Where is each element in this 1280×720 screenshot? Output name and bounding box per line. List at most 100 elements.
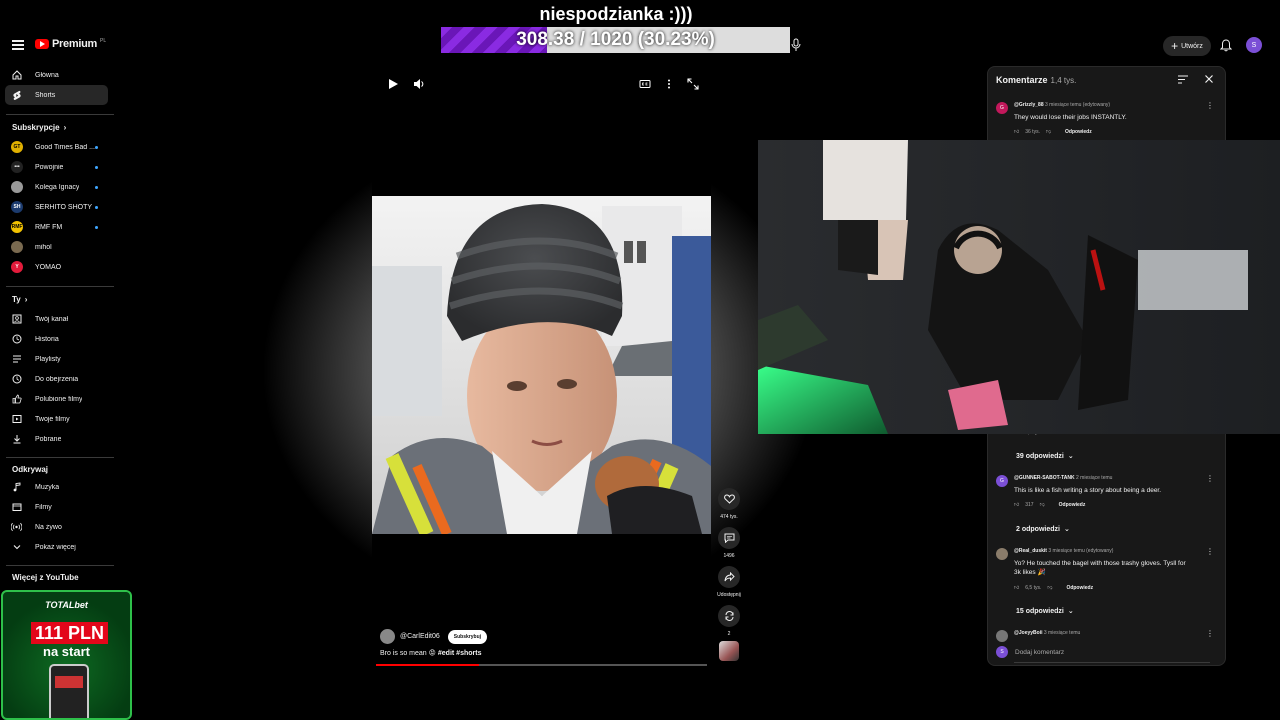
youtube-play-icon [35, 39, 49, 49]
volume-icon[interactable] [413, 78, 425, 90]
sidebar-item-label: Historia [35, 335, 59, 343]
reply-button[interactable]: Odpowiedz [1065, 129, 1092, 135]
add-comment-input[interactable]: Dodaj komentarz [1015, 649, 1064, 656]
shorts-player[interactable]: @CarlEdit06 Subskrybuj Bro is so mean 😡 … [372, 66, 711, 676]
comment-author[interactable]: @Grizzly_88 [1014, 102, 1044, 108]
sidebar-item-sub-0[interactable]: GT Good Times Bad ... [5, 137, 108, 157]
sidebar-item-sub-1[interactable]: ••• Powojnie [5, 157, 108, 177]
thumbs-up-icon[interactable]: 👍︎ [1014, 502, 1019, 508]
share-action[interactable]: Udostępnij [716, 566, 742, 598]
play-icon[interactable] [387, 78, 399, 90]
sidebar-item-history[interactable]: Historia [5, 329, 108, 349]
comment-author[interactable]: @JoeyyBoii [1014, 630, 1043, 636]
account-avatar[interactable]: S [1246, 37, 1262, 53]
sidebar-item-music[interactable]: Muzyka [5, 477, 108, 497]
captions-icon[interactable] [639, 78, 651, 90]
create-label: Utwórz [1181, 42, 1203, 50]
caption-hashtags[interactable]: #edit #shorts [438, 650, 482, 657]
thumbs-down-icon[interactable]: 👎︎ [1046, 129, 1051, 135]
comment-text: Yo? He touched the bagel with those tras… [1014, 560, 1186, 576]
like-count: 474 tys. [720, 514, 738, 520]
add-comment-underline [1014, 662, 1210, 663]
reply-button[interactable]: Odpowiedz [1066, 585, 1093, 591]
video-progress-bar[interactable] [376, 664, 707, 666]
comment-avatar[interactable] [996, 630, 1008, 642]
you-heading[interactable]: Ty › [12, 295, 27, 304]
more-options-icon[interactable] [663, 78, 675, 90]
sidebar-item-show-more[interactable]: Pokaż więcej [5, 537, 108, 557]
sidebar-item-playlists[interactable]: Playlisty [5, 349, 108, 369]
remix-action[interactable]: 2 [716, 605, 742, 637]
sidebar-item-sub-5[interactable]: mihol [5, 237, 108, 257]
comment-likes: 6,5 tys. [1025, 585, 1042, 591]
sidebar-item-your-channel[interactable]: Twój kanał [5, 309, 108, 329]
comment-avatar[interactable] [996, 548, 1008, 560]
bell-icon[interactable] [1220, 39, 1232, 52]
webcam-overlay [758, 140, 1280, 434]
sidebar-item-sub-2[interactable]: Kolega Ignacy [5, 177, 108, 197]
sidebar-item-movies[interactable]: Filmy [5, 497, 108, 517]
sidebar-item-label: Pobrane [35, 435, 62, 443]
sidebar-item-label: Powojnie [35, 163, 64, 171]
youtube-premium-logo[interactable]: Premium PL [35, 38, 106, 50]
subscribe-button[interactable]: Subskrybuj [447, 629, 488, 644]
comment-icon[interactable] [718, 527, 740, 549]
menu-icon[interactable] [12, 40, 24, 50]
thumbs-up-icon[interactable]: 👍︎ [1014, 585, 1019, 591]
sidebar-item-label: mihol [35, 243, 52, 251]
sidebar-item-downloads[interactable]: Pobrane [5, 429, 108, 449]
remix-icon[interactable] [718, 605, 740, 627]
share-icon[interactable] [718, 566, 740, 588]
thumbs-down-icon[interactable]: 👎︎ [1040, 502, 1045, 508]
sidebar-item-label: Good Times Bad ... [35, 143, 95, 151]
microphone-icon[interactable] [790, 38, 802, 52]
subscriptions-heading[interactable]: Subskrypcje › [12, 123, 66, 132]
chevron-down-icon: ⌄ [1067, 608, 1074, 615]
close-icon[interactable] [1203, 73, 1215, 85]
new-content-dot [95, 165, 98, 169]
sidebar-item-shorts[interactable]: Shorts [5, 85, 108, 105]
sidebar-item-sub-6[interactable]: Y YOMAO [5, 257, 108, 277]
comment-menu-icon[interactable]: ⋮ [1206, 102, 1214, 110]
betting-ad-banner[interactable]: TOTALbet 111 PLN na start [1, 590, 132, 720]
comment-meta: @JoeyyBoii 3 miesiące temu [1014, 630, 1080, 636]
reply-button[interactable]: Odpowiedz [1059, 502, 1086, 508]
comment-avatar[interactable]: G [996, 475, 1008, 487]
sound-thumbnail[interactable] [719, 641, 739, 661]
video-frame [372, 196, 711, 534]
create-button[interactable]: + Utwórz [1163, 36, 1211, 56]
sidebar-item-sub-4[interactable]: RMF RMF FM [5, 217, 108, 237]
comments-action[interactable]: 1496 [716, 527, 742, 559]
replies-toggle[interactable]: 15 odpowiedzi ⌄ [1016, 607, 1074, 616]
comment-menu-icon[interactable]: ⋮ [1206, 475, 1214, 483]
sidebar-item-live[interactable]: Na żywo [5, 517, 108, 537]
comment-author[interactable]: @Real_duskit [1014, 548, 1047, 554]
thumbs-up-icon[interactable]: 👍︎ [1014, 129, 1019, 135]
sidebar-item-watch-later[interactable]: Do obejrzenia [5, 369, 108, 389]
comment-menu-icon[interactable]: ⋮ [1206, 630, 1214, 638]
replies-toggle[interactable]: 39 odpowiedzi ⌄ [1016, 452, 1074, 461]
sidebar-item-label: Muzyka [35, 483, 60, 491]
comments-count: 1,4 tys. [1050, 76, 1077, 85]
comment-text: This is like a fish writing a story abou… [1014, 487, 1162, 494]
comment-menu-icon[interactable]: ⋮ [1206, 548, 1214, 556]
replies-toggle[interactable]: 2 odpowiedzi ⌄ [1016, 525, 1070, 534]
fullscreen-icon[interactable] [687, 78, 699, 90]
sort-icon[interactable] [1178, 75, 1188, 84]
add-comment-row[interactable]: S Dodaj komentarz [996, 646, 1210, 658]
stream-overlay-title: niespodzianka :))) [539, 4, 693, 24]
channel-name[interactable]: @CarlEdit06 [400, 633, 440, 640]
sidebar-item-home[interactable]: Główna [5, 65, 108, 85]
thumbs-down-icon[interactable]: 👎︎ [1047, 585, 1052, 591]
sidebar-item-your-videos[interactable]: Twoje filmy [5, 409, 108, 429]
comment-likes: 317 [1025, 502, 1034, 508]
logo-text: Premium [52, 38, 97, 50]
comment-author[interactable]: @GUNNER-SABOT-TANK [1014, 475, 1075, 481]
sidebar-item-label: Na żywo [35, 523, 62, 531]
sidebar-item-sub-3[interactable]: SH SERHITO SHOTY [5, 197, 108, 217]
like-action[interactable]: 474 tys. [716, 488, 742, 520]
channel-avatar[interactable] [380, 629, 395, 644]
comment-avatar[interactable]: G [996, 102, 1008, 114]
sidebar-item-liked[interactable]: Polubione filmy [5, 389, 108, 409]
like-icon[interactable] [718, 488, 740, 510]
